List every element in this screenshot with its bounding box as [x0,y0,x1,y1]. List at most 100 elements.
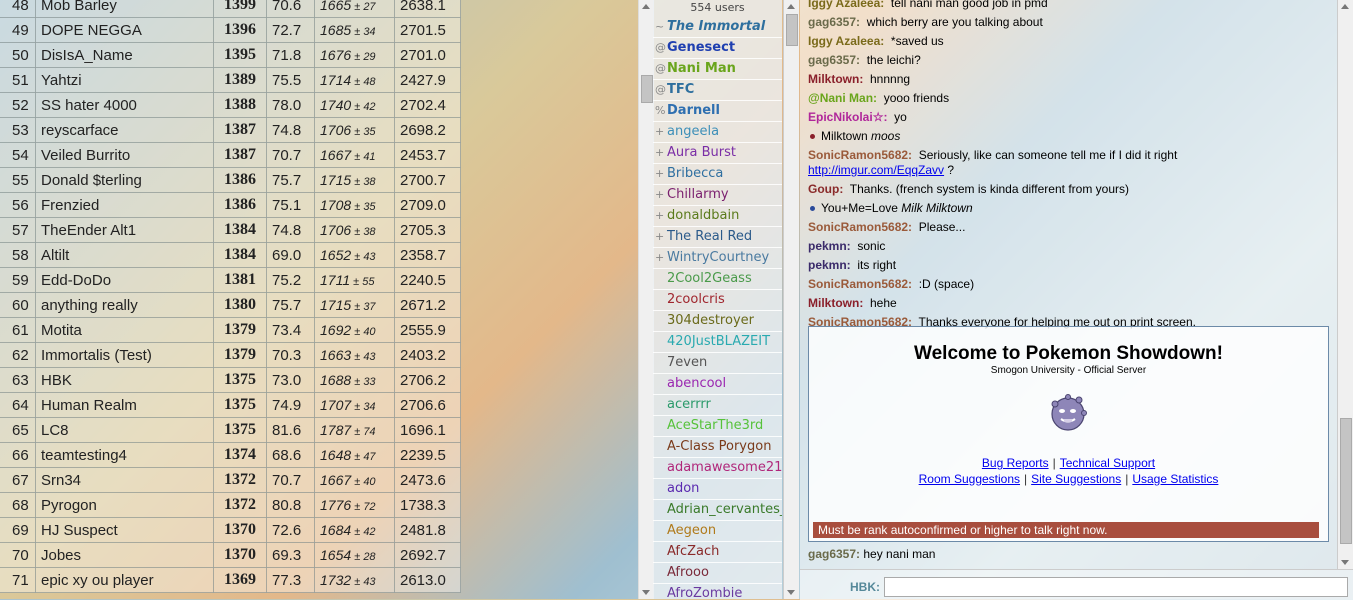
user-list-item[interactable]: Afrooo [653,563,782,584]
user-name[interactable]: abencool [667,376,726,391]
ladder-username[interactable]: reyscarface [35,117,214,143]
scroll-thumb[interactable] [1340,418,1352,544]
ladder-username[interactable]: Donald $terling [35,167,214,193]
technical-support-link[interactable]: Technical Support [1060,456,1155,470]
chat-username[interactable]: @Nani Man: [808,91,877,105]
user-name[interactable]: 2Cool2Geass [667,271,752,286]
ladder-username[interactable]: Human Realm [35,392,214,418]
user-name[interactable]: donaldbain [667,208,739,223]
user-list-item[interactable]: + donaldbain [653,206,782,227]
user-name[interactable]: 304destroyer [667,313,754,328]
ladder-username[interactable]: DOPE NEGGA [35,17,214,43]
ladder-username[interactable]: Altilt [35,242,214,268]
ladder-username[interactable]: DisIsA_Name [35,42,214,68]
ladder-username[interactable]: Jobes [35,542,214,568]
user-list-item[interactable]: adon [653,479,782,500]
user-list-item[interactable]: 7even [653,353,782,374]
chat-username[interactable]: SonicRamon5682: [808,277,912,291]
user-list-item[interactable]: @Genesect [653,38,782,59]
chat-link[interactable]: http://imgur.com/EqqZavv [808,163,944,177]
user-list-item[interactable]: @TFC [653,80,782,101]
ladder-username[interactable]: Edd-DoDo [35,267,214,293]
user-list-item[interactable]: A-Class Porygon [653,437,782,458]
user-name[interactable]: The Real Red [667,229,752,244]
user-list-item[interactable]: acerrrr [653,395,782,416]
chat-username[interactable]: EpicNikolai☆: [808,110,887,124]
scroll-down-icon[interactable] [1341,560,1349,565]
user-name[interactable]: adon [667,481,699,496]
ladder-username[interactable]: HBK [35,367,214,393]
user-list-item[interactable]: abencool [653,374,782,395]
user-name[interactable]: A-Class Porygon [667,439,771,454]
user-list-item[interactable]: 2Cool2Geass [653,269,782,290]
user-list-item[interactable]: + angeela [653,122,782,143]
user-list-item[interactable]: 304destroyer [653,311,782,332]
user-name[interactable]: Darnell [667,103,720,118]
user-name[interactable]: AfroZombie [667,586,742,599]
chat-username[interactable]: Goup: [808,182,843,196]
user-name[interactable]: 2coolcris [667,292,725,307]
ladder-username[interactable]: Immortalis (Test) [35,342,214,368]
user-list-item[interactable]: adamawesome21 [653,458,782,479]
user-name[interactable]: AfcZach [667,544,719,559]
user-list-item[interactable]: Adrian_cervantes_ [653,500,782,521]
user-list-item[interactable]: 2coolcris [653,290,782,311]
usage-statistics-link[interactable]: Usage Statistics [1132,472,1218,486]
scroll-down-icon[interactable] [642,590,650,595]
user-name[interactable]: Aegeon [667,523,716,538]
user-list-item[interactable]: + Bribecca [653,164,782,185]
user-list-item[interactable]: % Darnell [653,101,782,122]
bug-reports-link[interactable]: Bug Reports [982,456,1049,470]
chat-username[interactable]: SonicRamon5682: [808,220,912,234]
user-name[interactable]: The Immortal [667,19,765,34]
userlist-scrollbar[interactable] [783,0,799,599]
chat-username[interactable]: Milktown: [808,72,863,86]
chat-username[interactable]: pekmn: [808,239,851,253]
site-suggestions-link[interactable]: Site Suggestions [1031,472,1121,486]
user-name[interactable]: WintryCourtney [667,250,769,265]
ladder-username[interactable]: Frenzied [35,192,214,218]
user-name[interactable]: AceStarThe3rd [667,418,763,433]
ladder-username[interactable]: Pyrogon [35,492,214,518]
user-list-item[interactable]: ~ The Immortal [653,17,782,38]
ladder-username[interactable]: Mob Barley [35,0,214,18]
scroll-down-icon[interactable] [787,590,795,595]
ladder-username[interactable]: HJ Suspect [35,517,214,543]
ladder-username[interactable]: Srn34 [35,467,214,493]
room-suggestions-link[interactable]: Room Suggestions [919,472,1020,486]
ladder-username[interactable]: teamtesting4 [35,442,214,468]
user-name[interactable]: adamawesome21 [667,460,782,475]
user-list-item[interactable]: + The Real Red [653,227,782,248]
chat-username[interactable]: Iggy Azaleea: [808,0,884,10]
ladder-username[interactable]: Yahtzi [35,67,214,93]
user-name[interactable]: Aura Burst [667,145,736,160]
ladder-username[interactable]: TheEnder Alt1 [35,217,214,243]
scroll-thumb[interactable] [641,75,653,103]
user-list-item[interactable]: @Nani Man [653,59,782,80]
user-name[interactable]: 420JustBLAZEIT [667,334,770,349]
user-name[interactable]: Bribecca [667,166,723,181]
user-name[interactable]: 7even [667,355,707,370]
user-name[interactable]: Afrooo [667,565,709,580]
chat-username[interactable]: gag6357: [808,15,860,29]
user-list-item[interactable]: AfcZach [653,542,782,563]
chat-scrollbar[interactable] [1337,0,1353,569]
user-list-item[interactable]: AfroZombie [653,584,782,599]
scroll-up-icon[interactable] [642,4,650,9]
ladder-username[interactable]: SS hater 4000 [35,92,214,118]
chat-username[interactable]: gag6357: [808,547,860,561]
user-name[interactable]: Nani Man [667,61,736,76]
ladder-username[interactable]: Motita [35,317,214,343]
user-name[interactable]: TFC [667,82,694,97]
user-name[interactable]: Genesect [667,40,735,55]
user-list-item[interactable]: AceStarThe3rd [653,416,782,437]
ladder-scrollbar[interactable] [638,0,654,599]
user-list-item[interactable]: + WintryCourtney [653,248,782,269]
chat-username[interactable]: pekmn: [808,258,851,272]
user-name[interactable]: acerrrr [667,397,711,412]
scroll-up-icon[interactable] [1341,4,1349,9]
user-name[interactable]: Chillarmy [667,187,729,202]
ladder-username[interactable]: LC8 [35,417,214,443]
chat-input[interactable] [884,577,1348,597]
chat-username[interactable]: gag6357: [808,53,860,67]
